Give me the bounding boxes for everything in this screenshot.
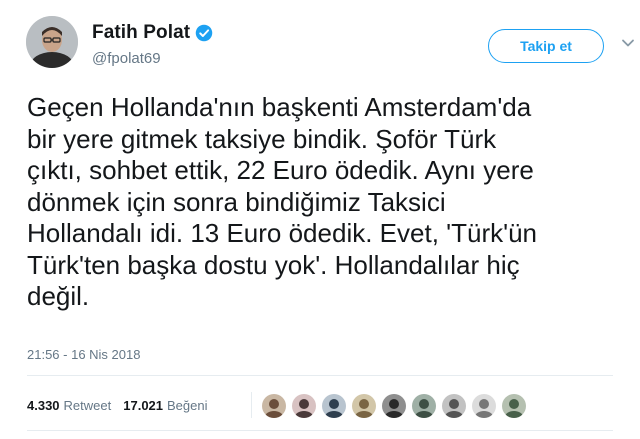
user-avatar-icon	[292, 394, 316, 418]
tweet-text-line: Geçen Hollanda'nın başkenti Amsterdam'da	[27, 92, 532, 122]
tweet-text-line: Türk'ten başka dostu yok'. Hollandalılar…	[27, 249, 520, 280]
user-avatar-icon	[352, 394, 376, 418]
tweet-stats: 4.330 Retweet 17.021 Beğeni	[27, 398, 208, 413]
user-avatar-icon	[262, 394, 286, 418]
tweet-text-line: değil.	[27, 281, 90, 311]
author-name-row[interactable]: Fatih Polat	[92, 22, 213, 44]
verified-badge-icon	[195, 24, 213, 42]
liker-avatar[interactable]	[442, 394, 466, 418]
user-avatar-icon	[412, 394, 436, 418]
liker-avatar[interactable]	[262, 394, 286, 418]
avatar-photo-icon	[26, 16, 78, 68]
user-avatar-icon	[472, 394, 496, 418]
liker-avatar[interactable]	[412, 394, 436, 418]
liker-avatar[interactable]	[352, 394, 376, 418]
user-avatar-icon	[322, 394, 346, 418]
liker-avatar[interactable]	[382, 394, 406, 418]
like-label[interactable]: Beğeni	[167, 398, 207, 413]
liker-avatar[interactable]	[472, 394, 496, 418]
retweet-count[interactable]: 4.330	[27, 398, 60, 413]
user-avatar-icon	[502, 394, 526, 418]
tweet-text-line: çıktı, sohbet ettik, 22 Euro ödedik. Ayn…	[27, 155, 534, 185]
divider	[27, 375, 613, 376]
user-avatar-icon	[382, 394, 406, 418]
stats-separator	[251, 392, 252, 418]
tweet-card: Fatih Polat @fpolat69 Takip et Geçen Hol…	[0, 0, 640, 439]
retweet-label[interactable]: Retweet	[64, 398, 112, 413]
user-avatar-icon	[442, 394, 466, 418]
likers-avatars	[262, 394, 532, 418]
follow-button[interactable]: Takip et	[488, 29, 604, 63]
divider	[27, 430, 613, 431]
tweet-text: Geçen Hollanda'nın başkenti Amsterdam'da…	[27, 92, 627, 313]
chevron-down-icon[interactable]	[621, 36, 635, 50]
tweet-text-line: dönmek için sonra bindiğimiz Taksici	[27, 186, 446, 217]
liker-avatar[interactable]	[502, 394, 526, 418]
tweet-text-line: bir yere gitmek taksiye bindik. Şoför Tü…	[27, 123, 497, 154]
author-avatar[interactable]	[26, 16, 78, 68]
liker-avatar[interactable]	[322, 394, 346, 418]
tweet-timestamp[interactable]: 21:56 - 16 Nis 2018	[27, 347, 140, 362]
liker-avatar[interactable]	[292, 394, 316, 418]
author-name[interactable]: Fatih Polat	[92, 22, 190, 44]
tweet-text-line: Hollandalı idi. 13 Euro ödedik. Evet, 'T…	[27, 218, 537, 248]
author-handle[interactable]: @fpolat69	[92, 50, 161, 67]
like-count[interactable]: 17.021	[123, 398, 163, 413]
